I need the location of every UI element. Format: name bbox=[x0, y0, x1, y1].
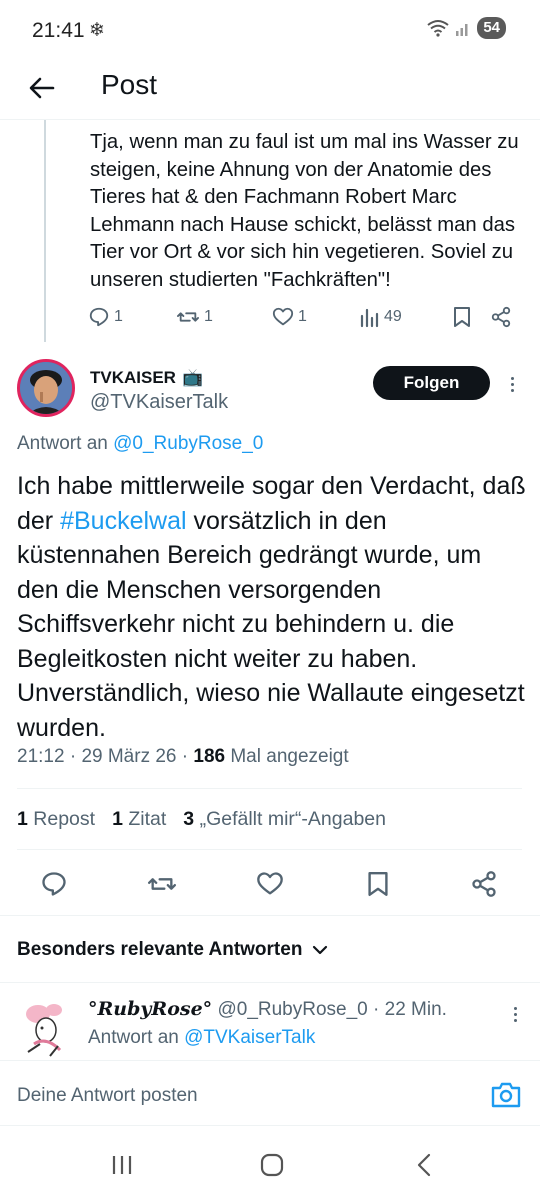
avatar[interactable] bbox=[17, 359, 75, 417]
divider bbox=[0, 915, 540, 916]
wifi-icon bbox=[427, 20, 449, 37]
replies-sort-dropdown[interactable]: Besonders relevante Antworten bbox=[17, 939, 328, 961]
reply-to-prefix: Antwort an bbox=[88, 1027, 185, 1048]
more-options-button[interactable] bbox=[502, 370, 522, 398]
tweet-views-label: Mal angezeigt bbox=[230, 746, 349, 767]
tweet-actions bbox=[0, 866, 540, 904]
tweet-text: Ich habe mittlerweile sogar den Verdacht… bbox=[17, 469, 527, 745]
reply-to-line: Antwort an @0_RubyRose_0 bbox=[17, 433, 263, 455]
status-time: 21:41 bbox=[32, 19, 85, 42]
reposts-stat[interactable]: 1 Repost bbox=[17, 808, 95, 831]
camera-button[interactable] bbox=[490, 1081, 522, 1109]
author-display-name: TVKAISER bbox=[90, 368, 176, 387]
bookmark-button[interactable] bbox=[360, 866, 396, 902]
bookmark-button[interactable] bbox=[452, 306, 472, 328]
share-button[interactable] bbox=[490, 306, 512, 328]
chevron-left-icon bbox=[417, 1153, 431, 1177]
likes-stat[interactable]: 3 „Gefällt mir“-Angaben bbox=[183, 808, 386, 831]
heart-icon bbox=[257, 872, 283, 895]
avatar-image bbox=[26, 1004, 62, 1057]
camera-icon bbox=[491, 1082, 521, 1108]
home-button[interactable] bbox=[252, 1149, 292, 1181]
repost-icon bbox=[148, 878, 176, 890]
share-icon bbox=[491, 306, 511, 328]
back-button[interactable] bbox=[22, 68, 62, 108]
app-header: Post bbox=[0, 60, 540, 120]
status-icons: 54 bbox=[427, 17, 506, 39]
home-icon bbox=[260, 1153, 284, 1177]
author-handle[interactable]: @TVKaiserTalk bbox=[90, 391, 228, 414]
like-count: 1 bbox=[298, 308, 307, 325]
tweet-text-end: vorsätzlich in den küstennahen Bereich g… bbox=[17, 506, 525, 742]
like-button[interactable] bbox=[252, 866, 288, 902]
status-bar: 21:41 ❄ 54 bbox=[0, 0, 540, 60]
previous-tweet-actions: 1 1 1 49 bbox=[88, 306, 520, 334]
reply-to-handle[interactable]: @0_RubyRose_0 bbox=[113, 433, 263, 454]
tweet-meta: 21:12 · 29 März 26 · 186 Mal angezeigt bbox=[17, 746, 349, 767]
reply-icon bbox=[89, 307, 109, 327]
views-icon bbox=[360, 308, 379, 328]
reply-to-handle[interactable]: @TVKaiserTalk bbox=[184, 1027, 315, 1048]
views-button[interactable]: 49 bbox=[360, 306, 402, 328]
share-icon bbox=[472, 871, 496, 897]
reply-time: 22 Min. bbox=[384, 999, 447, 1020]
hashtag-link[interactable]: #Buckelwal bbox=[60, 507, 186, 535]
reply-to-line: Antwort an @TVKaiserTalk bbox=[88, 1027, 315, 1049]
system-back-button[interactable] bbox=[404, 1149, 444, 1181]
thread-connector-line bbox=[44, 120, 46, 342]
quotes-stat[interactable]: 1 Zitat bbox=[112, 808, 166, 831]
divider bbox=[0, 982, 540, 983]
reply-avatar[interactable] bbox=[20, 1000, 72, 1058]
reply-author-name[interactable]: °RubyRose° bbox=[88, 998, 212, 1020]
tweet-date[interactable]: 29 März 26 bbox=[81, 746, 176, 767]
views-count: 49 bbox=[384, 308, 402, 325]
reply-icon bbox=[42, 872, 66, 896]
reply-count: 1 bbox=[114, 308, 123, 325]
avatar-image bbox=[20, 362, 72, 414]
previous-tweet-text[interactable]: Tja, wenn man zu faul ist um mal ins Was… bbox=[90, 129, 520, 294]
reply-button[interactable] bbox=[36, 866, 72, 902]
heart-icon bbox=[272, 307, 294, 326]
divider bbox=[17, 788, 522, 789]
battery-indicator: 54 bbox=[477, 17, 506, 39]
bookmark-icon bbox=[368, 871, 388, 896]
bookmark-icon bbox=[454, 307, 470, 327]
snowflake-icon: ❄ bbox=[89, 20, 105, 41]
reply-to-prefix: Antwort an bbox=[17, 433, 114, 454]
chevron-down-icon bbox=[313, 945, 328, 955]
compose-bar: Deine Antwort posten bbox=[0, 1060, 540, 1126]
author-name[interactable]: TVKAISER 📺 bbox=[90, 368, 203, 388]
page-title: Post bbox=[101, 69, 158, 100]
repost-icon bbox=[177, 312, 199, 322]
tweet-views-count: 186 bbox=[193, 746, 226, 767]
repost-button[interactable]: 1 bbox=[176, 306, 213, 328]
reply-input[interactable]: Deine Antwort posten bbox=[17, 1085, 198, 1107]
reply-more-options-button[interactable] bbox=[505, 1002, 525, 1026]
repost-button[interactable] bbox=[144, 866, 180, 902]
tv-emoji-icon: 📺 bbox=[181, 368, 204, 387]
divider bbox=[17, 849, 522, 850]
repost-count: 1 bbox=[204, 308, 213, 325]
share-button[interactable] bbox=[466, 866, 502, 902]
reply-button[interactable]: 1 bbox=[88, 306, 123, 328]
replies-section-title: Besonders relevante Antworten bbox=[17, 939, 303, 960]
follow-button[interactable]: Folgen bbox=[373, 366, 490, 400]
recent-apps-icon bbox=[112, 1156, 132, 1174]
signal-icon bbox=[456, 24, 468, 36]
arrow-left-icon bbox=[29, 77, 55, 99]
reply-author-line: °RubyRose° @0_RubyRose_0 · 22 Min. bbox=[88, 998, 447, 1020]
recent-apps-button[interactable] bbox=[102, 1149, 142, 1181]
engagement-stats: 1 Repost 1 Zitat 3 „Gefällt mir“-Angaben bbox=[17, 808, 386, 831]
like-button[interactable]: 1 bbox=[272, 306, 307, 328]
system-nav-bar bbox=[0, 1127, 540, 1199]
tweet-time[interactable]: 21:12 bbox=[17, 746, 65, 767]
reply-author-handle[interactable]: @0_RubyRose_0 bbox=[217, 999, 367, 1020]
